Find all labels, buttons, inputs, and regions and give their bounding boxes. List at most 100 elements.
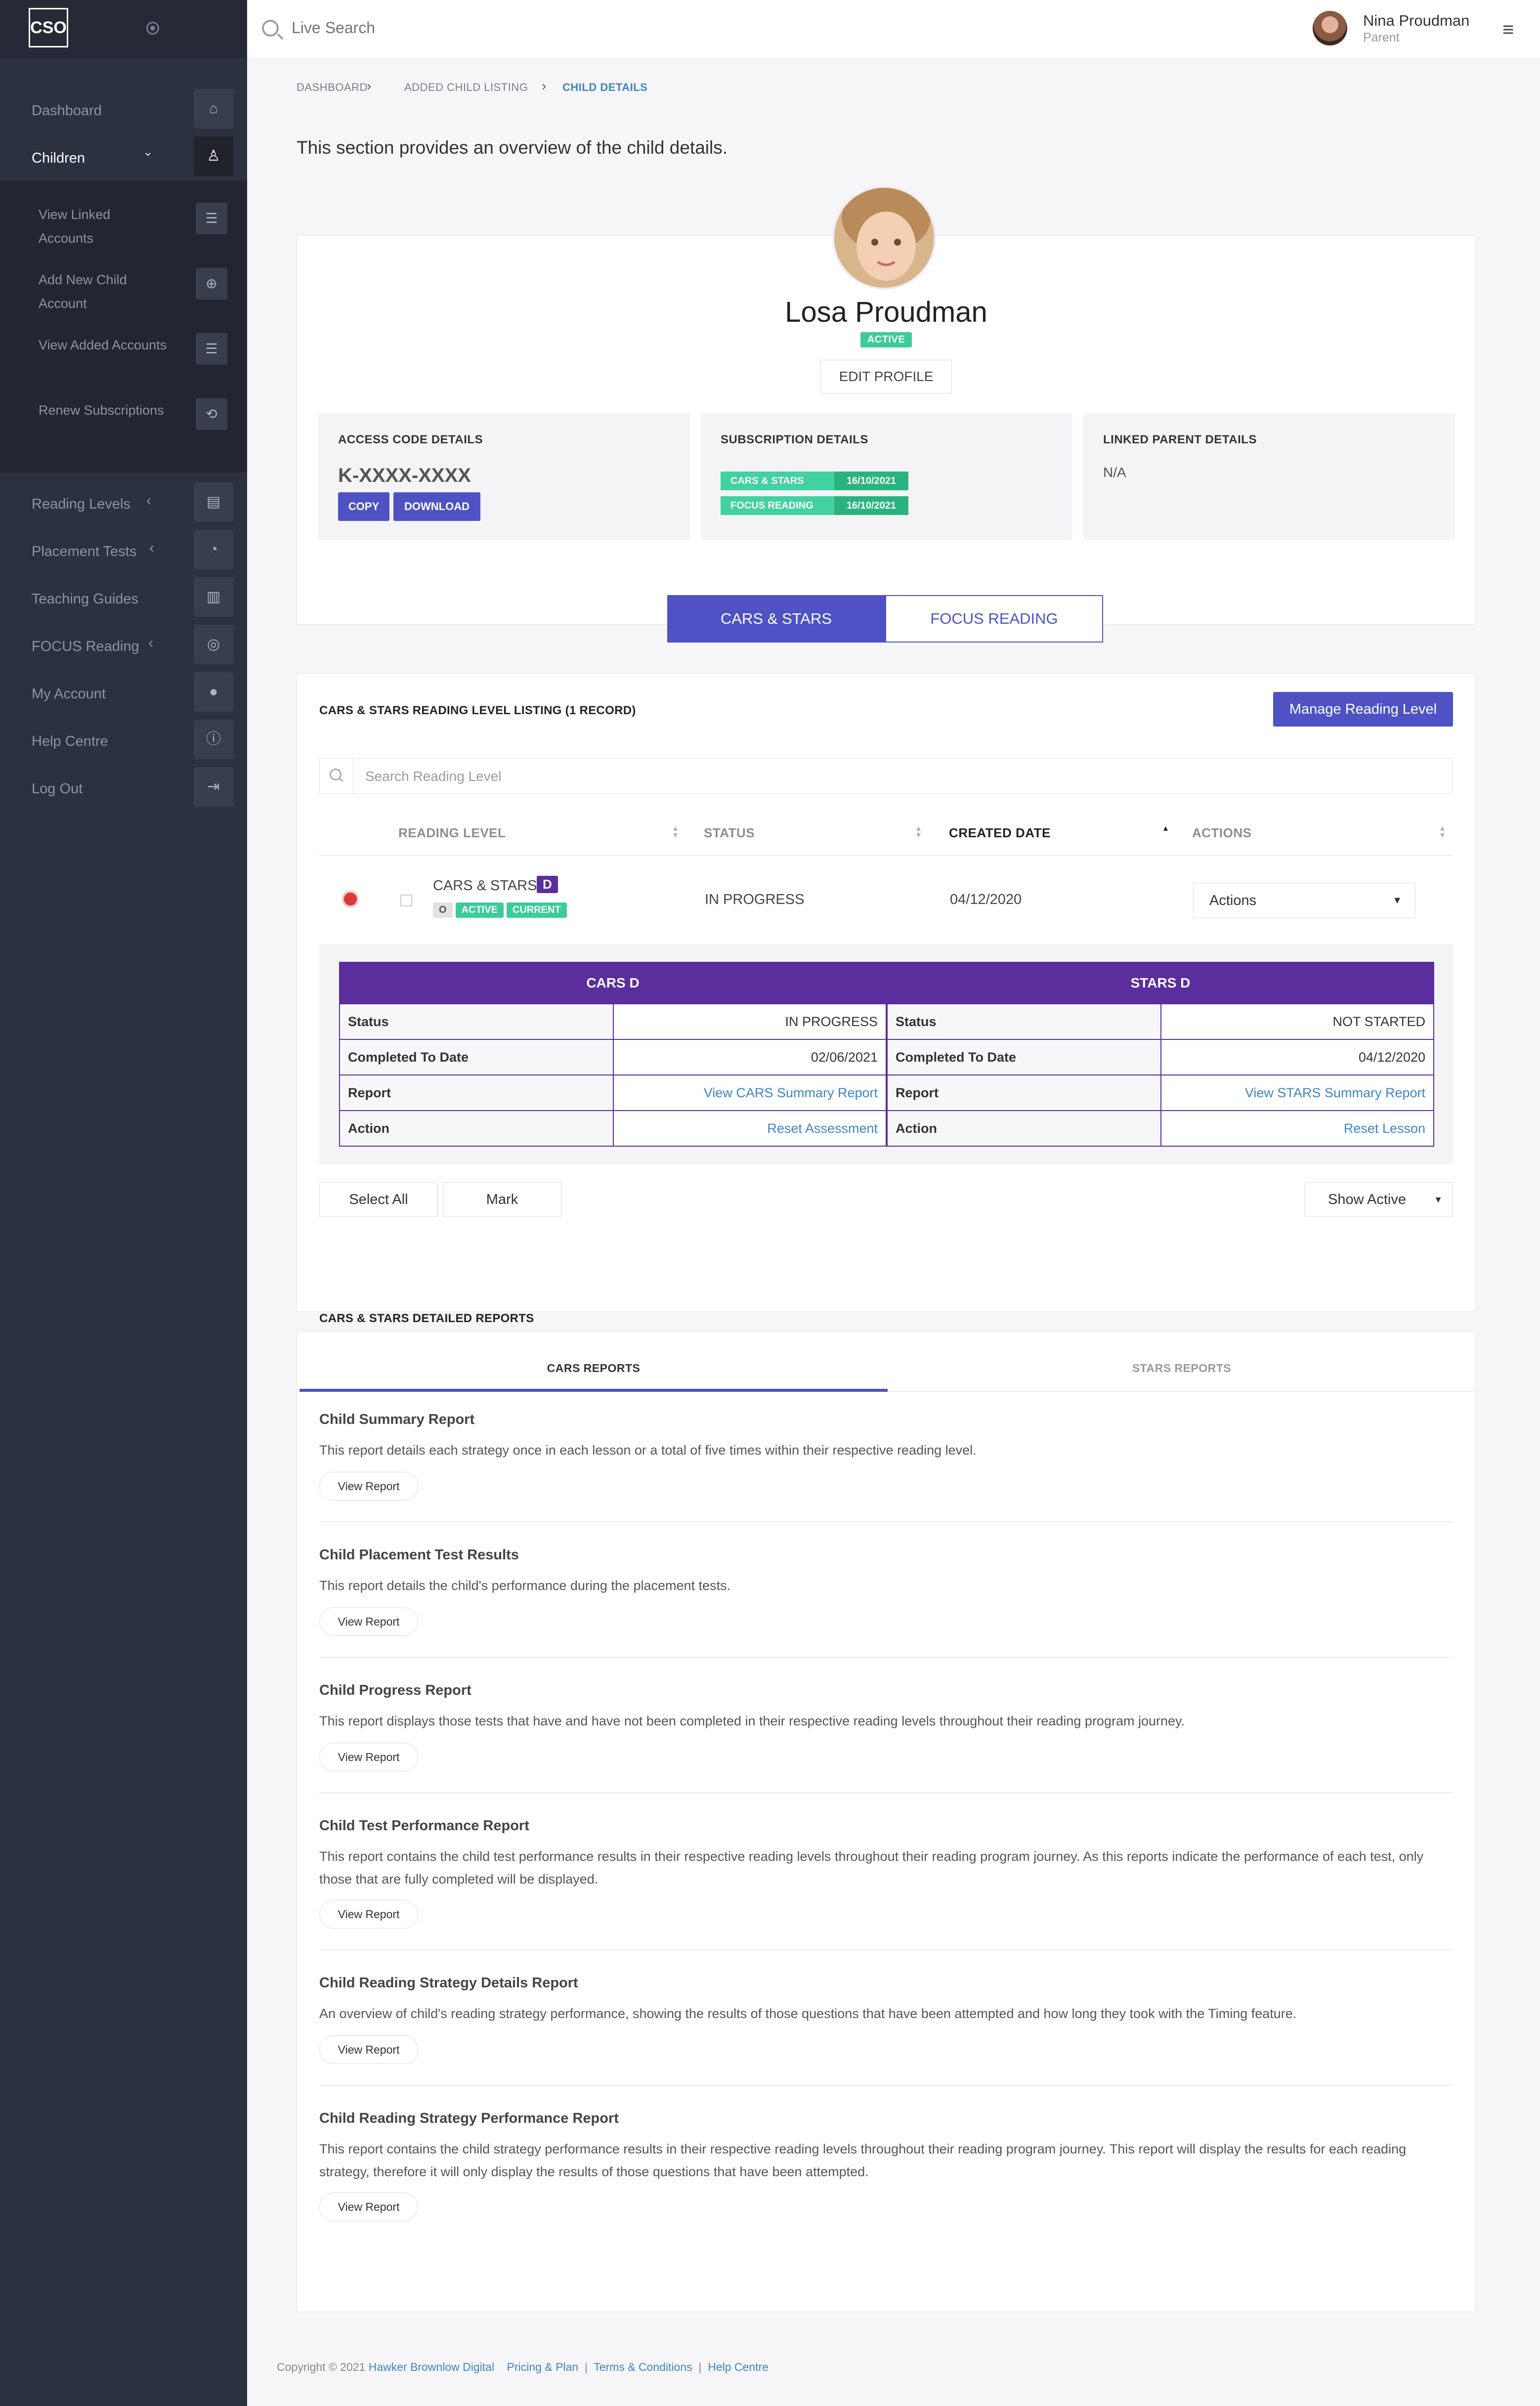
live-search-input[interactable] [292,19,588,37]
cell-key: Action [887,1110,1161,1147]
submenu-label: View Added Accounts [39,338,167,352]
chevron-left-icon: ‹ [148,635,153,651]
sidebar-toggle-icon[interactable] [146,22,159,35]
subscription-name: FOCUS READING [721,496,834,515]
actions-label: Actions [1209,893,1257,908]
tab-cars-reports[interactable]: CARS REPORTS [299,1348,888,1392]
column-created-date[interactable]: CREATED DATE [949,825,1051,841]
sidebar-item-label: Log Out [32,781,83,797]
reading-level-search[interactable]: Search Reading Level [319,758,1453,794]
tab-focus-reading[interactable]: FOCUS READING [885,595,1103,643]
edit-profile-button[interactable]: EDIT PROFILE [820,360,952,393]
divider [319,2085,1453,2086]
sidebar-item-my-account[interactable]: My Account ● [0,667,247,715]
tab-cars-stars[interactable]: CARS & STARS [667,595,885,643]
plus-circle-icon: ⊕ [196,268,227,300]
list-icon: ☰ [196,333,227,365]
cell-key: Completed To Date [887,1039,1161,1075]
breadcrumb-added-child-listing[interactable]: ADDED CHILD LISTING [404,81,528,94]
copy-button[interactable]: COPY [338,492,389,521]
actions-dropdown[interactable]: Actions ▼ [1193,883,1415,918]
tab-stars-reports[interactable]: STARS REPORTS [888,1348,1476,1392]
sidebar-item-label: FOCUS Reading [32,639,139,654]
book-icon: ▤ [194,482,233,522]
column-status[interactable]: STATUS [704,825,755,841]
subscription-box: SUBSCRIPTION DETAILS CARS & STARS 16/10/… [701,413,1072,540]
company-link[interactable]: Hawker Brownlow Digital [369,2361,494,2373]
divider [319,1521,1453,1522]
sidebar-item-label: Placement Tests [32,544,137,559]
view-report-button[interactable]: View Report [319,2192,418,2221]
report-title: Child Summary Report [319,1412,475,1427]
divider [319,1657,1453,1658]
caret-down-icon: ▼ [1392,895,1402,906]
pricing-link[interactable]: Pricing & Plan [507,2361,578,2373]
row-created-date: 04/12/2020 [950,892,1022,907]
app-logo[interactable]: CSO [29,8,68,47]
view-report-button[interactable]: View Report [319,2035,418,2064]
help-centre-link[interactable]: Help Centre [708,2361,769,2373]
chevron-right-icon: › [542,78,547,93]
collapse-row-icon[interactable] [342,891,359,907]
home-icon: ⌂ [194,89,233,129]
submenu-label: Renew Subscriptions [39,403,164,418]
logout-icon: ⇥ [194,767,233,807]
tag-current: CURRENT [506,902,567,918]
view-cars-summary-link[interactable]: View CARS Summary Report [613,1074,887,1111]
sidebar-item-label: Dashboard [32,103,102,119]
show-active-dropdown[interactable]: Show Active ▼ [1305,1182,1453,1217]
child-photo [832,186,936,290]
menu-add-icon[interactable]: ≡ [1502,20,1514,40]
reset-assessment-link[interactable]: Reset Assessment [613,1110,887,1147]
column-actions: ACTIONS [1192,825,1252,840]
download-button[interactable]: DOWNLOAD [393,492,480,521]
subscription-date: 16/10/2021 [834,472,908,490]
sidebar-item-focus-reading[interactable]: FOCUS Reading ‹ ◎ [0,620,247,667]
sidebar-item-teaching-guides[interactable]: Teaching Guides ▥ [0,572,247,620]
status-badge: ACTIVE [860,332,912,347]
report-description: An overview of child's reading strategy … [319,2006,1297,2021]
sidebar-header: CSO [0,0,247,59]
column-reading-level[interactable]: READING LEVEL [398,825,506,841]
status-wrap: ACTIVE [297,332,1476,347]
mark-button[interactable]: Mark [443,1182,561,1217]
sidebar-item-log-out[interactable]: Log Out ⇥ [0,762,247,810]
view-report-button[interactable]: View Report [319,1472,418,1501]
row-checkbox[interactable] [400,895,412,906]
breadcrumb-dashboard[interactable]: DASHBOARD [297,81,368,94]
cell-key: Action [339,1110,614,1147]
child-icon: ♙ [194,136,233,176]
view-report-button[interactable]: View Report [319,1607,418,1636]
sidebar-item-dashboard[interactable]: Dashboard ⌂ [0,84,247,131]
sidebar-item-children[interactable]: Children › ♙ [0,131,247,179]
listing-title: CARS & STARS READING LEVEL LISTING (1 RE… [319,704,636,717]
footer: Copyright © 2021 Hawker Brownlow Digital… [277,2361,769,2373]
reset-lesson-link[interactable]: Reset Lesson [1160,1110,1434,1147]
sidebar-item-placement-tests[interactable]: Placement Tests ‹ ◔ [0,525,247,572]
gauge-icon: ◔ [194,530,233,569]
sort-icon[interactable]: ▴ ▾ [673,823,678,839]
view-report-button[interactable]: View Report [319,1900,418,1929]
sidebar-item-reading-levels[interactable]: Reading Levels ‹ ▤ [0,477,247,525]
select-all-button[interactable]: Select All [319,1182,438,1217]
view-report-button[interactable]: View Report [319,1743,418,1771]
sort-asc-icon[interactable]: ▴ [1163,823,1168,832]
view-stars-summary-link[interactable]: View STARS Summary Report [1160,1074,1434,1111]
terms-link[interactable]: Terms & Conditions [594,2361,692,2373]
chevron-left-icon: ‹ [146,492,151,509]
tag-o: O [433,902,453,918]
top-bar: Nina Proudman Parent ≡ [247,0,1540,59]
chevron-left-icon: ‹ [149,540,154,556]
sidebar-item-help-centre[interactable]: Help Centre ⓘ [0,715,247,762]
stars-detail-table: STARS D Status NOT STARTED Completed To D… [887,962,1434,1147]
cell-value: NOT STARTED [1160,1003,1434,1040]
sort-icon[interactable]: ▴ ▾ [916,823,921,839]
sort-icon[interactable]: ▴ ▾ [1440,823,1445,839]
manage-reading-level-button[interactable]: Manage Reading Level [1273,692,1453,727]
child-name: Losa Proudman [785,296,987,328]
caret-down-icon: ▼ [1434,1195,1443,1204]
stars-header: STARS D [887,962,1434,1004]
user-avatar[interactable] [1313,11,1347,45]
subscription-cars-stars: CARS & STARS 16/10/2021 [721,472,908,490]
divider [319,1792,1453,1793]
